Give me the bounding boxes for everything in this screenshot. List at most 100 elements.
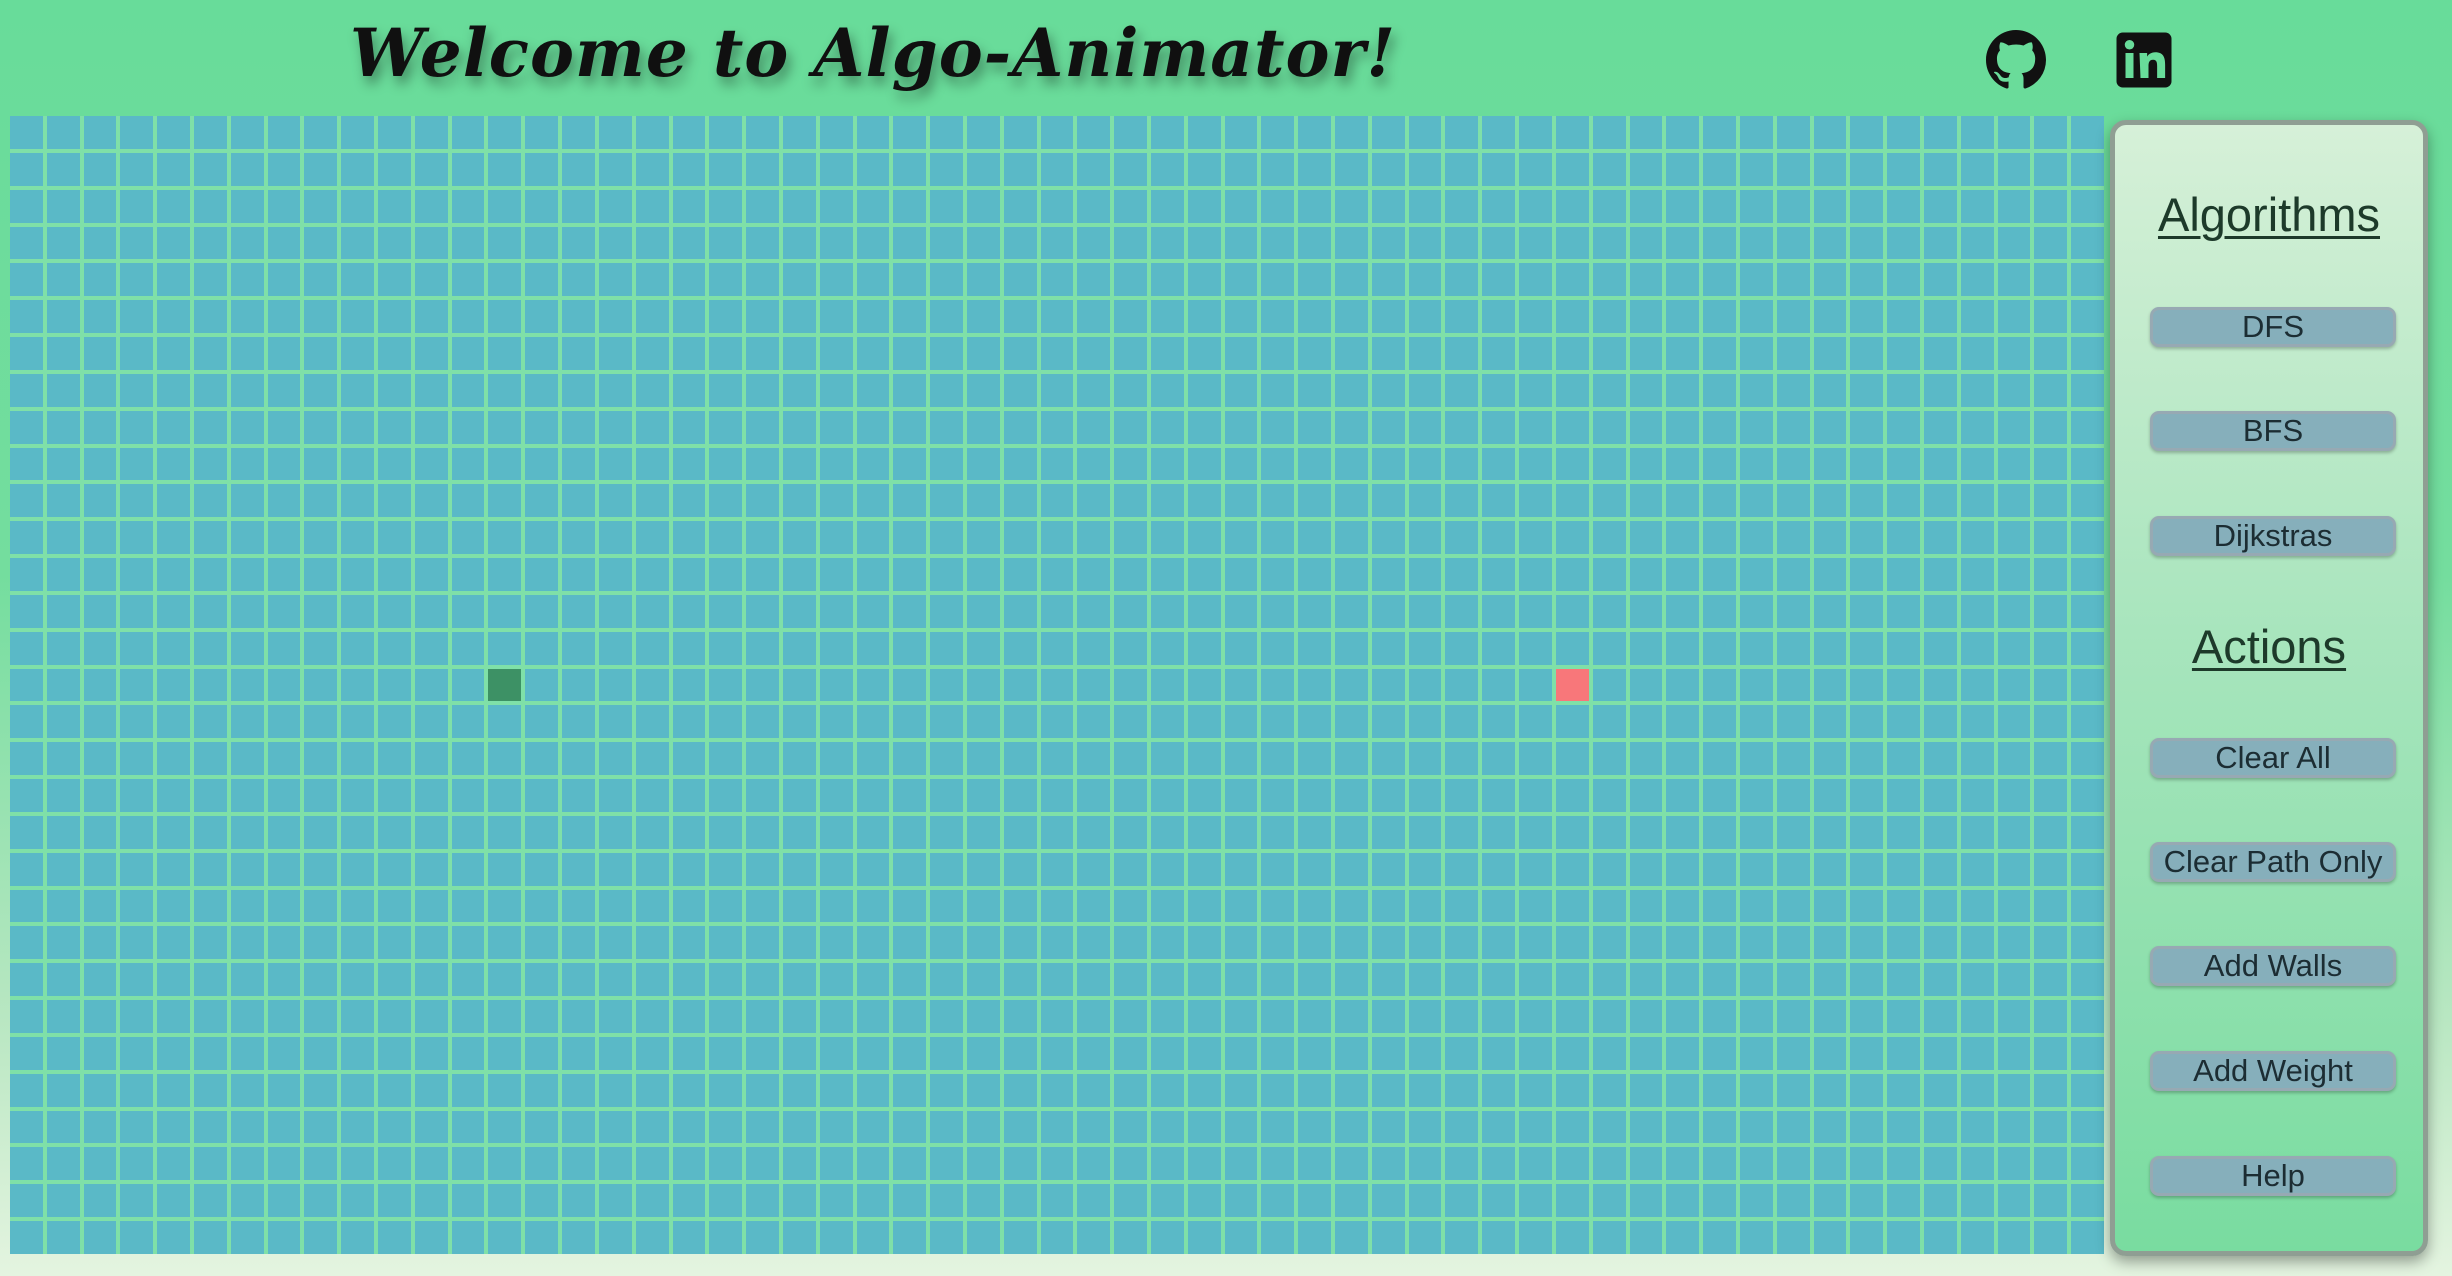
grid-cell[interactable] [1482, 300, 1516, 334]
grid-cell[interactable] [856, 1221, 890, 1254]
grid-cell[interactable] [414, 189, 448, 223]
grid-cell[interactable] [194, 373, 227, 407]
grid-cell[interactable] [304, 1184, 338, 1218]
grid-cell[interactable] [1151, 815, 1184, 849]
grid-cell[interactable] [819, 815, 853, 849]
grid-cell[interactable] [378, 558, 411, 591]
grid-cell[interactable] [1703, 447, 1736, 481]
grid-cell[interactable] [1703, 779, 1736, 812]
grid-cell[interactable] [1408, 263, 1442, 297]
grid-cell[interactable] [1335, 668, 1368, 702]
grid-cell[interactable] [1187, 705, 1221, 739]
grid-cell[interactable] [267, 1221, 301, 1254]
grid-cell[interactable] [1371, 1221, 1405, 1254]
grid-cell[interactable] [451, 337, 485, 370]
grid-cell[interactable] [1960, 852, 1994, 886]
grid-cell[interactable] [1003, 300, 1037, 334]
grid-cell[interactable] [1408, 1221, 1442, 1254]
grid-cell[interactable] [930, 1147, 963, 1181]
grid-cell[interactable] [83, 705, 117, 739]
grid-cell[interactable] [562, 1110, 595, 1144]
grid-cell[interactable] [1703, 1221, 1736, 1254]
grid-cell[interactable] [856, 410, 890, 444]
grid-cell[interactable] [1482, 373, 1516, 407]
grid-cell[interactable] [709, 1110, 743, 1144]
grid-cell[interactable] [1887, 631, 1920, 665]
grid-cell[interactable] [1482, 705, 1516, 739]
grid-cell[interactable] [230, 484, 264, 518]
grid-cell[interactable] [1776, 1184, 1810, 1218]
grid-cell[interactable] [230, 189, 264, 223]
grid-cell[interactable] [819, 963, 853, 997]
grid-cell[interactable] [819, 373, 853, 407]
grid-cell[interactable] [1077, 668, 1111, 702]
grid-cell[interactable] [157, 742, 191, 776]
grid-cell[interactable] [819, 852, 853, 886]
grid-cell[interactable] [304, 521, 338, 555]
grid-cell[interactable] [598, 337, 632, 370]
grid-cell[interactable] [1077, 558, 1111, 591]
grid-cell[interactable] [1960, 558, 1994, 591]
grid-cell[interactable] [1923, 558, 1957, 591]
grid-cell[interactable] [1151, 189, 1184, 223]
grid-cell[interactable] [267, 705, 301, 739]
grid-cell[interactable] [1997, 189, 2031, 223]
grid-cell[interactable] [672, 447, 706, 481]
grid-cell[interactable] [1923, 447, 1957, 481]
grid-cell[interactable] [1077, 226, 1111, 260]
grid-cell[interactable] [672, 815, 706, 849]
grid-cell[interactable] [304, 337, 338, 370]
grid-cell[interactable] [1335, 852, 1368, 886]
grid-cell[interactable] [1335, 1000, 1368, 1033]
grid-cell[interactable] [1187, 852, 1221, 886]
grid-cell[interactable] [230, 116, 264, 149]
grid-cell[interactable] [1813, 373, 1847, 407]
grid-cell[interactable] [893, 705, 927, 739]
grid-cell[interactable] [856, 116, 890, 149]
grid-cell[interactable] [1003, 226, 1037, 260]
grid-cell[interactable] [672, 1184, 706, 1218]
grid-cell[interactable] [562, 1073, 595, 1107]
grid-cell[interactable] [378, 1221, 411, 1254]
grid-cell[interactable] [1408, 484, 1442, 518]
grid-cell[interactable] [1960, 152, 1994, 186]
grid-cell[interactable] [1997, 1184, 2031, 1218]
grid-cell[interactable] [194, 631, 227, 665]
grid-cell[interactable] [635, 410, 669, 444]
grid-cell[interactable] [1555, 631, 1589, 665]
grid-cell[interactable] [1187, 594, 1221, 628]
grid-cell[interactable] [1555, 521, 1589, 555]
grid-cell[interactable] [1592, 742, 1626, 776]
grid-cell[interactable] [1408, 189, 1442, 223]
grid-cell[interactable] [1776, 779, 1810, 812]
grid-cell[interactable] [120, 337, 154, 370]
grid-cell[interactable] [598, 558, 632, 591]
grid-cell[interactable] [341, 521, 375, 555]
grid-cell[interactable] [966, 410, 1000, 444]
grid-cell[interactable] [1776, 1036, 1810, 1070]
grid-cell[interactable] [1003, 1221, 1037, 1254]
grid-cell[interactable] [1224, 263, 1258, 297]
grid-cell[interactable] [1923, 1184, 1957, 1218]
grid-cell[interactable] [414, 668, 448, 702]
grid-cell[interactable] [1813, 226, 1847, 260]
grid-cell[interactable] [230, 631, 264, 665]
grid-cell[interactable] [1224, 1036, 1258, 1070]
grid-cell[interactable] [709, 152, 743, 186]
grid-cell[interactable] [488, 337, 522, 370]
grid-cell[interactable] [709, 1221, 743, 1254]
clear-all-button[interactable]: Clear All [2150, 738, 2396, 778]
grid-cell[interactable] [893, 484, 927, 518]
grid-cell[interactable] [1923, 963, 1957, 997]
grid-cell[interactable] [966, 1221, 1000, 1254]
grid-cell[interactable] [120, 742, 154, 776]
grid-cell[interactable] [1298, 1000, 1332, 1033]
grid-cell[interactable] [2071, 337, 2104, 370]
grid-cell[interactable] [1703, 815, 1736, 849]
grid-cell[interactable] [46, 1000, 80, 1033]
grid-cell[interactable] [304, 484, 338, 518]
grid-cell[interactable] [83, 1110, 117, 1144]
grid-cell[interactable] [635, 594, 669, 628]
grid-cell[interactable] [341, 1073, 375, 1107]
grid-cell[interactable] [1629, 705, 1663, 739]
